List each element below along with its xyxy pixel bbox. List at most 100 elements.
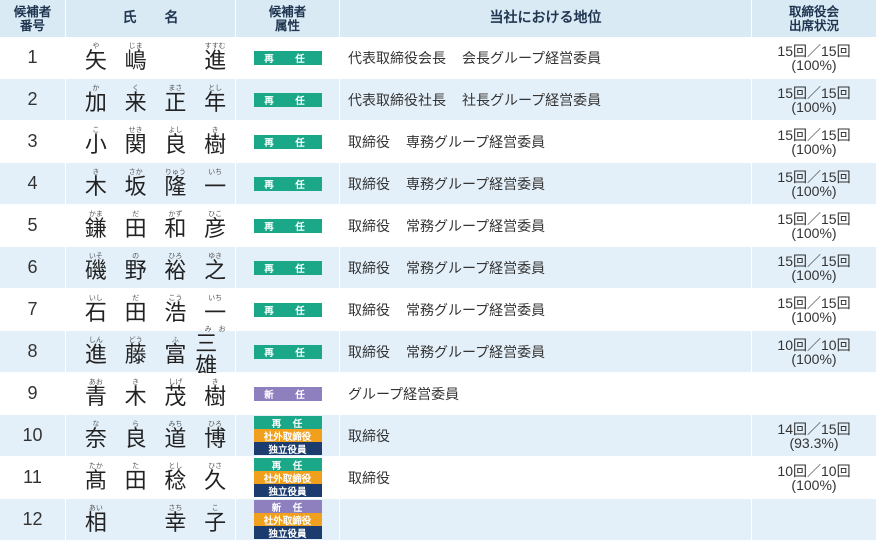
- kanji: 磯: [84, 258, 107, 284]
- kanji: 久: [204, 468, 227, 494]
- kanji: 年: [204, 90, 227, 116]
- position-text: 取締役: [348, 134, 390, 151]
- position-text: 社長グループ経営委員: [462, 92, 602, 109]
- name-char: かま鎌: [76, 210, 116, 242]
- candidate-number: 7: [0, 289, 66, 331]
- name-char: じま嶋: [116, 42, 156, 74]
- attribute-badge: 再 任: [253, 458, 322, 472]
- name-char: こ子: [195, 504, 235, 536]
- kanji: 小: [84, 132, 107, 158]
- position-text: 常務グループ経営委員: [406, 260, 546, 277]
- name-char: [156, 54, 196, 62]
- name-char: とし年: [195, 84, 235, 116]
- position-text: 取締役: [348, 302, 390, 319]
- name-char: ひろ博: [195, 420, 235, 452]
- kanji: 正: [164, 90, 187, 116]
- candidate-attribute: 再 任: [236, 289, 340, 331]
- name-char: しげ茂: [156, 378, 196, 410]
- attendance-count: 10回／10回: [777, 336, 851, 353]
- kanji: 嶋: [124, 48, 147, 74]
- attendance-count: 15回／15回: [777, 126, 851, 143]
- kanji: 博: [204, 426, 227, 452]
- candidate-attribute: 再 任: [236, 121, 340, 163]
- kanji: 樹: [204, 132, 227, 158]
- candidate-attribute: 再 任: [236, 79, 340, 121]
- name-char: く来: [116, 84, 156, 115]
- candidate-number: 9: [0, 373, 66, 415]
- name-char: ひさ久: [195, 462, 235, 494]
- position-text: 常務グループ経営委員: [406, 218, 546, 235]
- kanji: 三雄: [195, 331, 218, 379]
- header-position: 当社における地位: [340, 0, 752, 37]
- name-char: ゆき之: [195, 252, 235, 283]
- attribute-badge: 再 任: [253, 92, 322, 107]
- header-attendance: 取締役会 出席状況: [752, 0, 877, 37]
- kanji: 隆: [164, 174, 187, 200]
- position-text: 専務グループ経営委員: [406, 134, 546, 151]
- candidate-number: 2: [0, 79, 66, 121]
- attendance-count: 14回／15回: [777, 420, 851, 437]
- kanji: 一: [204, 300, 227, 326]
- attendance-rate: (100%): [791, 224, 837, 241]
- name-char: りゅう隆: [156, 168, 196, 200]
- candidate-attribute: 再 任: [236, 37, 340, 79]
- candidate-number: 12: [0, 499, 66, 541]
- name-char: ら良: [116, 420, 156, 451]
- position-text: 代表取締役会長: [348, 50, 446, 67]
- attendance-rate: (100%): [791, 308, 837, 325]
- kanji: 藤: [124, 342, 147, 368]
- kanji: 矢: [84, 48, 107, 74]
- name-char: や矢: [76, 42, 116, 74]
- kanji: 木: [84, 174, 107, 200]
- current-position: 取締役: [340, 415, 752, 457]
- attendance-rate: (100%): [791, 476, 837, 493]
- kanji: 関: [124, 132, 147, 158]
- candidate-attribute: 再 任: [236, 205, 340, 247]
- attendance-count: 15回／15回: [777, 168, 851, 185]
- attribute-badge: 再 任: [253, 260, 322, 275]
- candidate-name: たか髙た田とし稔ひさ久: [66, 457, 236, 499]
- candidate-attribute: 新 任社外取締役 独立役員: [236, 499, 340, 541]
- kanji: 良: [164, 132, 187, 158]
- attendance: 15回／15回 (100%): [752, 205, 877, 247]
- candidate-number: 10: [0, 415, 66, 457]
- name-char: せき関: [116, 126, 156, 158]
- kanji: 田: [124, 468, 147, 494]
- kanji: 坂: [124, 174, 147, 200]
- candidate-attribute: 新 任: [236, 373, 340, 415]
- name-char: こ小: [76, 126, 116, 158]
- attribute-badge: 社外取締役: [253, 429, 322, 443]
- candidate-name: や矢じま嶋 すすむ進: [66, 37, 236, 79]
- kanji: 進: [84, 342, 107, 368]
- name-char: みち道: [156, 420, 196, 451]
- position-text: 常務グループ経営委員: [406, 302, 546, 319]
- position-text: 取締役: [348, 344, 390, 361]
- kanji: 鎌: [84, 216, 107, 242]
- kanji: 幸: [164, 510, 187, 536]
- attendance-rate: (100%): [791, 56, 837, 73]
- name-char: いち一: [195, 294, 235, 326]
- kanji: 子: [204, 510, 227, 536]
- position-text: 取締役: [348, 260, 390, 277]
- name-char: いし石: [76, 294, 116, 325]
- current-position: 取締役 専務グループ経営委員: [340, 121, 752, 163]
- name-char: [116, 516, 156, 524]
- name-char: み お三雄: [195, 325, 235, 379]
- position-text: 取締役: [348, 176, 390, 193]
- name-char: た田: [116, 462, 156, 494]
- candidate-attribute: 再 任: [236, 247, 340, 289]
- attribute-badge: 再 任: [253, 416, 322, 430]
- current-position: 代表取締役社長 社長グループ経営委員: [340, 79, 752, 121]
- kanji: 茂: [164, 384, 187, 410]
- position-text: 専務グループ経営委員: [406, 176, 546, 193]
- attendance-count: 15回／15回: [777, 252, 851, 269]
- kanji: 田: [124, 216, 147, 242]
- attendance: 15回／15回 (100%): [752, 163, 877, 205]
- attribute-badge: 再 任: [253, 218, 322, 233]
- kanji: 青: [84, 384, 107, 410]
- name-char: だ田: [116, 210, 156, 242]
- name-char: とし稔: [156, 462, 196, 493]
- attendance-count: 15回／15回: [777, 294, 851, 311]
- name-char: いち一: [195, 168, 235, 199]
- candidate-name: こ小せき関よし良き樹: [66, 121, 236, 163]
